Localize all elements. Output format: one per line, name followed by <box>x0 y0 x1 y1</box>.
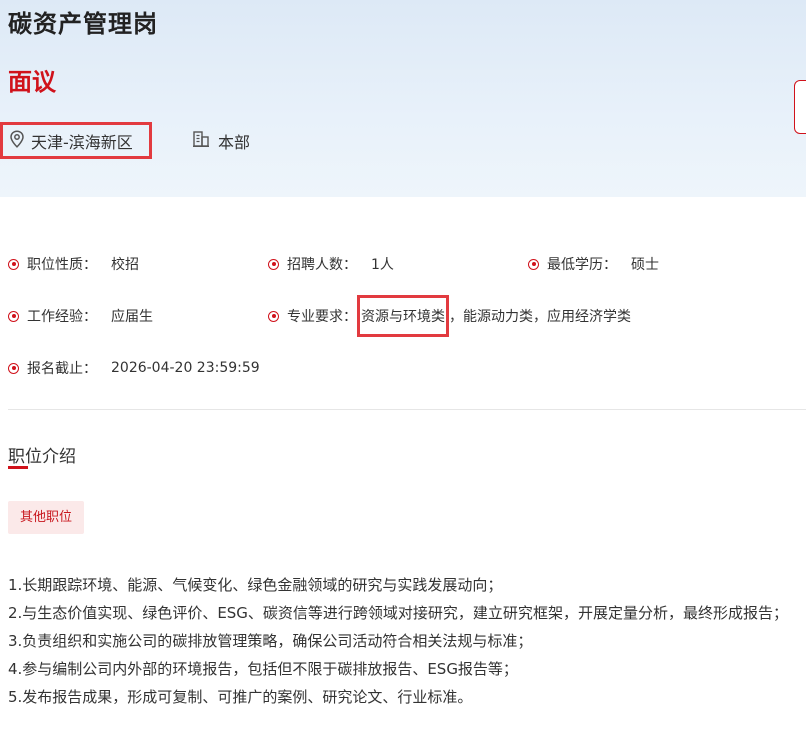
section-title: 职位介绍 <box>8 447 76 467</box>
attr-label: 职位性质： <box>27 257 97 273</box>
attr-value: ，能源动力类，应用经济学类 <box>449 309 631 325</box>
building-icon <box>192 130 210 152</box>
location-text: 天津-滨海新区 <box>31 132 133 152</box>
major-highlight: 资源与环境类 <box>357 295 449 337</box>
target-dot-icon <box>268 258 279 270</box>
attr-label: 工作经验： <box>27 309 97 325</box>
section-divider <box>8 409 806 410</box>
attr-value: 校招 <box>111 257 139 273</box>
job-location: 天津-滨海新区 <box>0 122 152 159</box>
attr-label: 最低学历： <box>547 257 617 273</box>
target-dot-icon <box>8 258 19 270</box>
attr-value: 1人 <box>371 257 394 273</box>
target-dot-icon <box>8 362 19 374</box>
section-title-underline <box>8 466 28 469</box>
attr-education: 最低学历： 硕士 <box>528 253 659 275</box>
job-title: 碳资产管理岗 <box>8 10 158 38</box>
attr-value: 硕士 <box>631 257 659 273</box>
attr-label: 报名截止： <box>27 361 97 377</box>
description-line: 1.长期跟踪环境、能源、气候变化、绿色金融领域的研究与实践发展动向； <box>8 576 503 594</box>
attr-headcount: 招聘人数： 1人 <box>268 253 394 275</box>
attr-experience: 工作经验： 应届生 <box>8 305 153 327</box>
apply-button[interactable] <box>794 80 806 134</box>
job-description: 1.长期跟踪环境、能源、气候变化、绿色金融领域的研究与实践发展动向； 2.与生态… <box>8 571 804 711</box>
attr-label: 招聘人数： <box>287 257 357 273</box>
description-line: 2.与生态价值实现、绿色评价、ESG、碳资信等进行跨领域对接研究，建立研究框架，… <box>8 604 788 622</box>
attr-value: 应届生 <box>111 309 153 325</box>
salary-text: 面议 <box>8 68 56 96</box>
target-dot-icon <box>528 258 539 270</box>
job-category-tag[interactable]: 其他职位 <box>8 501 85 534</box>
attr-deadline: 报名截止： 2026-04-20 23:59:59 <box>8 357 260 379</box>
job-department: 本部 <box>192 128 250 154</box>
description-line: 5.发布报告成果，形成可复制、可推广的案例、研究论文、行业标准。 <box>8 688 473 706</box>
attr-job-type: 职位性质： 校招 <box>8 253 139 275</box>
attr-label: 专业要求： <box>287 309 357 325</box>
target-dot-icon <box>268 310 279 322</box>
map-pin-icon <box>9 129 25 152</box>
job-header: 碳资产管理岗 面议 天津-滨海新区 本部 <box>0 0 806 197</box>
department-text: 本部 <box>218 133 251 152</box>
attr-major: 专业要求： 资源与环境类 ，能源动力类，应用经济学类 <box>268 295 631 337</box>
target-dot-icon <box>8 310 19 322</box>
description-line: 4.参与编制公司内外部的环境报告，包括但不限于碳排放报告、ESG报告等； <box>8 660 518 678</box>
attr-value: 2026-04-20 23:59:59 <box>111 360 260 376</box>
description-line: 3.负责组织和实施公司的碳排放管理策略，确保公司活动符合相关法规与标准； <box>8 632 533 650</box>
